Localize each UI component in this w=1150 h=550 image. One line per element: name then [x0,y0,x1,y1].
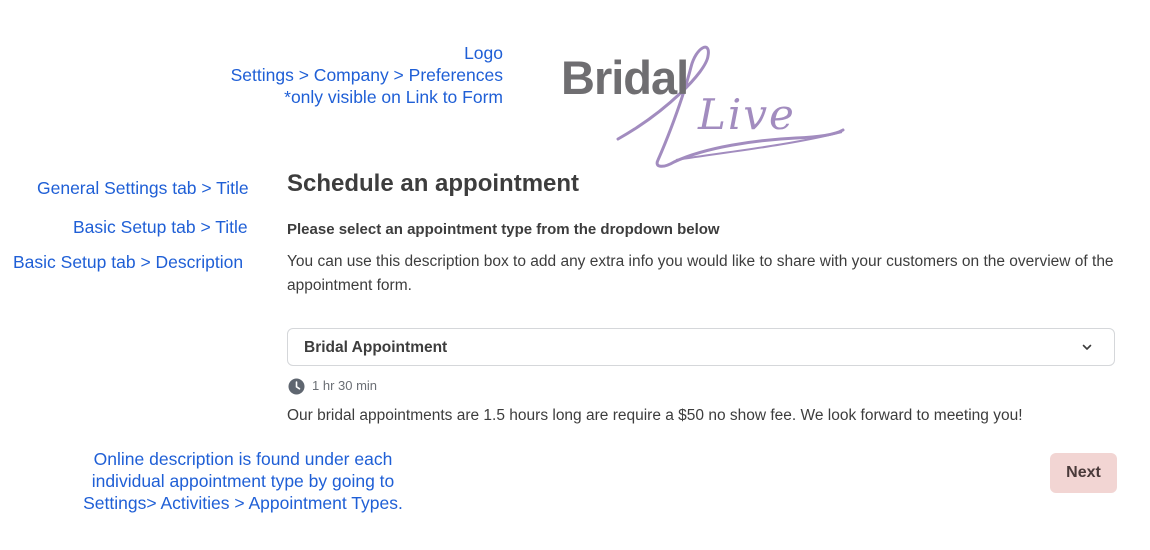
logo-annotation-line-1: Logo [464,43,503,63]
logo-annotation: Logo Settings > Company > Preferences *o… [231,42,503,108]
online-annotation-line-3: Settings> Activities > Appointment Types… [83,493,403,513]
appointment-type-select[interactable]: Bridal Appointment [287,328,1115,366]
basic-description-annotation: Basic Setup tab > Description [13,252,244,272]
basic-title-annotation: Basic Setup tab > Title [73,217,248,237]
appointment-type-description: Our bridal appointments are 1.5 hours lo… [287,407,1023,424]
next-button[interactable]: Next [1050,453,1117,493]
page-title: Schedule an appointment [287,170,580,197]
form-subtitle: Please select an appointment type from t… [287,221,720,238]
bridallive-logo: Bridal Live [556,42,848,172]
online-description-annotation: Online description is found under each i… [76,448,410,514]
appointment-type-value: Bridal Appointment [304,339,448,356]
online-annotation-line-1: Online description is found under each [93,449,393,469]
clock-icon [288,378,305,395]
logo-wordmark: Bridal [561,51,689,104]
chevron-down-icon [1082,344,1092,350]
online-annotation-line-2: individual appointment type by going to [91,471,395,491]
form-description: You can use this description box to add … [287,253,1114,294]
general-settings-annotation: General Settings tab > Title [37,178,249,198]
logo-annotation-line-3: *only visible on Link to Form [284,87,503,107]
duration-text: 1 hr 30 min [312,378,378,393]
logo-script-word: Live [698,90,796,139]
logo-annotation-line-2: Settings > Company > Preferences [230,65,503,85]
